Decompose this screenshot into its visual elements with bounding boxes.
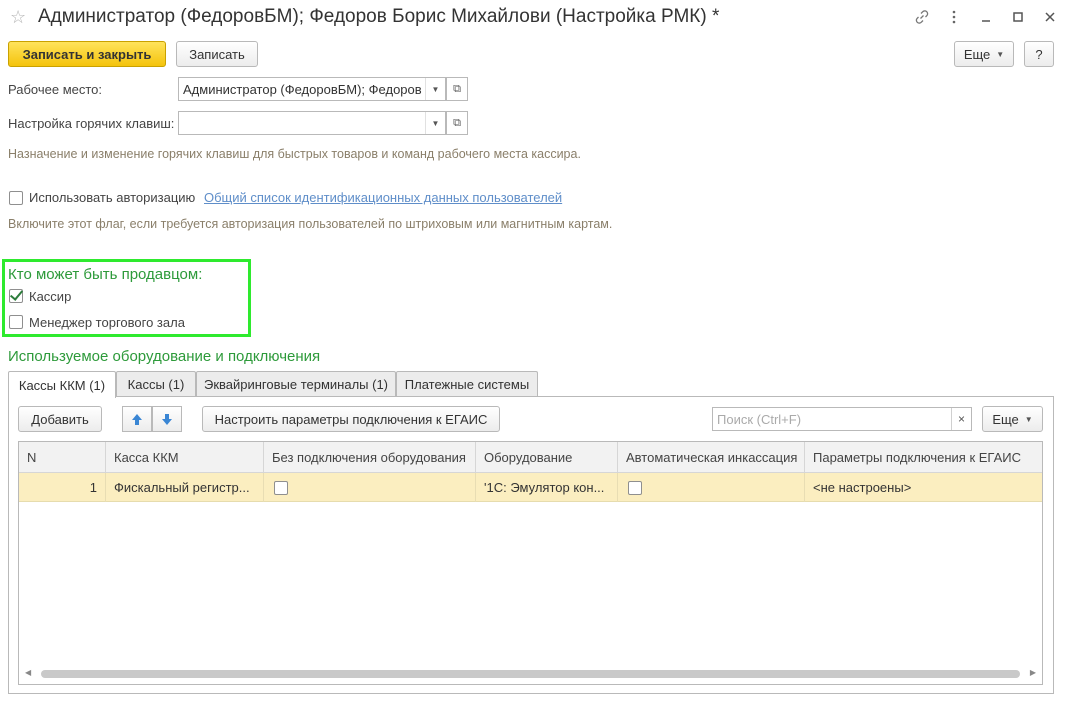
manager-checkbox[interactable] [9,315,23,329]
chevron-down-icon[interactable]: ▼ [425,78,445,100]
help-button[interactable]: ? [1024,41,1054,67]
equipment-title: Используемое оборудование и подключения [8,348,321,365]
hotkeys-label: Настройка горячих клавиш: [8,116,175,131]
col-egais[interactable]: Параметры подключения к ЕГАИС [805,442,1042,473]
link-icon[interactable] [915,7,929,27]
col-auto-collection[interactable]: Автоматическая инкассация [618,442,805,473]
hotkeys-hint: Назначение и изменение горячих клавиш дл… [8,147,581,161]
chevron-down-icon: ▼ [1024,414,1033,424]
auth-data-link[interactable]: Общий список идентификационных данных по… [204,190,562,205]
more-button-label: Еще [963,46,991,62]
col-equipment[interactable]: Оборудование [476,442,618,473]
horizontal-scrollbar[interactable]: ◀ ▶ [25,668,1036,678]
more-button[interactable]: Еще ▼ [954,41,1014,67]
cashier-label[interactable]: Кассир [29,289,71,304]
workplace-label: Рабочее место: [8,82,103,97]
cell-no-equipment [264,473,476,502]
open-hotkeys-button[interactable]: ⧉ [446,111,468,135]
cell-n: 1 [19,473,106,502]
search-input[interactable] [713,408,951,430]
cell-kkm: Фискальный регистр... [106,473,264,502]
use-auth-checkbox[interactable] [9,191,23,205]
grid-more-label: Еще [992,411,1019,427]
table-header: N Касса ККМ Без подключения оборудования… [19,442,1042,473]
workplace-field[interactable]: Администратор (ФедоровБМ); Федоров ▼ [178,77,446,101]
save-button[interactable]: Записать [176,41,258,67]
cell-equipment: '1С: Эмулятор кон... [476,473,618,502]
chevron-down-icon: ▼ [996,49,1005,59]
col-n[interactable]: N [19,442,106,473]
window-title: Администратор (ФедоровБМ); Федоров Борис… [38,6,720,27]
grid-more-button[interactable]: Еще ▼ [982,406,1043,432]
manager-label[interactable]: Менеджер торгового зала [29,315,185,330]
move-down-button[interactable] [152,406,182,432]
open-window-icon: ⧉ [453,116,461,129]
col-kkm[interactable]: Касса ККМ [106,442,264,473]
search-box[interactable]: × [712,407,972,431]
kkm-table[interactable]: N Касса ККМ Без подключения оборудования… [18,441,1043,685]
tab-cash-registers[interactable]: Кассы (1) [116,371,196,397]
save-and-close-button[interactable]: Записать и закрыть [8,41,166,67]
maximize-icon[interactable] [1011,7,1025,27]
sellers-title: Кто может быть продавцом: [8,266,203,283]
window-controls [915,7,1057,27]
minimize-icon[interactable] [979,7,993,27]
table-row[interactable]: 1 Фискальный регистр... '1С: Эмулятор ко… [19,473,1042,502]
use-auth-label[interactable]: Использовать авторизацию [29,190,195,205]
tab-acquiring-terminals[interactable]: Эквайринговые терминалы (1) [196,371,396,397]
arrow-up-icon [132,413,142,425]
tab-payment-systems[interactable]: Платежные системы [396,371,538,397]
favorite-star-icon[interactable]: ☆ [10,7,26,28]
add-button[interactable]: Добавить [18,406,102,432]
scroll-right-icon[interactable]: ▶ [1030,668,1036,677]
chevron-down-icon[interactable]: ▼ [425,112,445,134]
move-up-button[interactable] [122,406,152,432]
auto-collection-checkbox[interactable] [628,480,642,495]
close-icon[interactable] [1043,7,1057,27]
more-vertical-icon[interactable] [947,7,961,27]
clear-search-icon[interactable]: × [951,408,971,430]
tab-kkm[interactable]: Кассы ККМ (1) [8,371,116,398]
arrow-down-icon [162,413,172,425]
auth-hint: Включите этот флаг, если требуется автор… [8,217,613,231]
egais-settings-button[interactable]: Настроить параметры подключения к ЕГАИС [202,406,500,432]
hotkeys-field[interactable]: ▼ [178,111,446,135]
open-window-icon: ⧉ [453,82,461,95]
open-workplace-button[interactable]: ⧉ [446,77,468,101]
cashier-checkbox[interactable] [9,289,23,303]
scroll-left-icon[interactable]: ◀ [25,668,31,677]
cell-auto-collection [618,473,805,502]
scrollbar-thumb[interactable] [41,670,1020,678]
no-equipment-checkbox[interactable] [274,480,288,495]
cell-egais: <не настроены> [813,480,912,495]
workplace-value: Администратор (ФедоровБМ); Федоров [183,81,422,97]
col-no-equipment[interactable]: Без подключения оборудования [264,442,476,473]
